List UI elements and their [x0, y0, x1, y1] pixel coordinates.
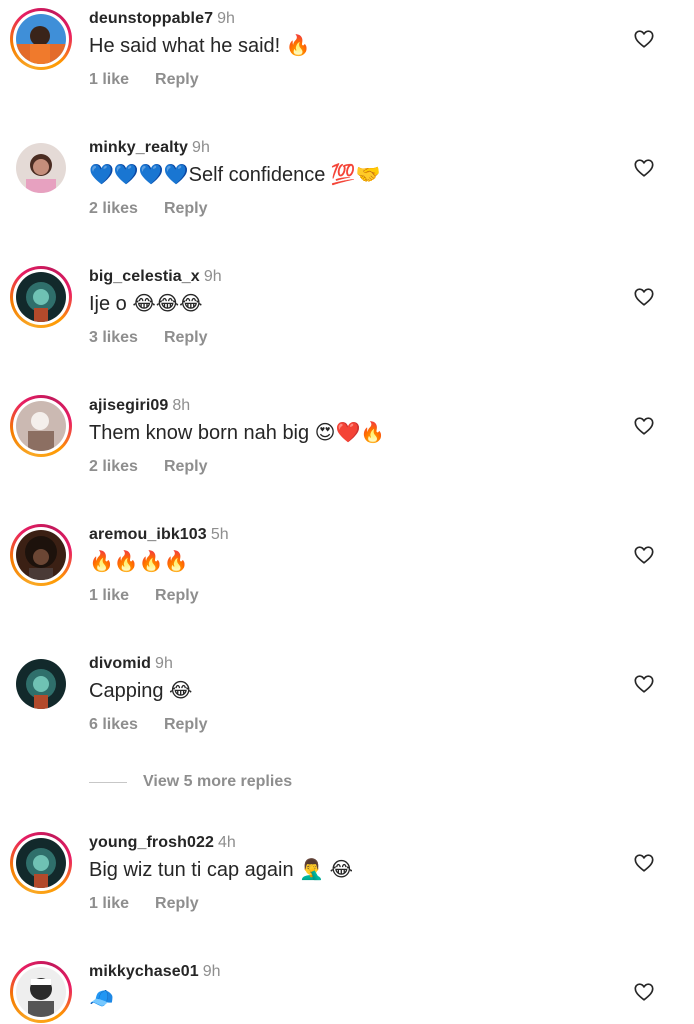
reply-button[interactable]: Reply — [155, 71, 199, 88]
username[interactable]: big_celestia_x — [89, 268, 200, 285]
likes-count[interactable]: 3 likes — [89, 329, 138, 346]
avatar — [16, 272, 66, 322]
timestamp: 9h — [203, 268, 222, 285]
comment-item: mikkychase01 9h 🧢 — [0, 953, 694, 1024]
avatar — [16, 838, 66, 888]
likes-count[interactable]: 2 likes — [89, 200, 138, 217]
comment-item: young_frosh022 4h Big wiz tun ti cap agai… — [0, 824, 694, 953]
likes-count[interactable]: 1 like — [89, 71, 129, 88]
likes-count[interactable]: 1 like — [89, 587, 129, 604]
heart-outline-icon[interactable] — [633, 544, 655, 566]
story-ring[interactable] — [10, 961, 72, 1023]
divider-line — [89, 781, 127, 783]
comment-item: ajisegiri09 8h Them know born nah big 😍❤️… — [0, 387, 694, 516]
avatar — [16, 967, 66, 1017]
heart-outline-icon[interactable] — [633, 981, 655, 1003]
username[interactable]: divomid — [89, 655, 151, 672]
story-ring[interactable] — [10, 8, 72, 70]
username[interactable]: ajisegiri09 — [89, 397, 168, 414]
avatar-container[interactable] — [10, 653, 72, 715]
avatar-container[interactable] — [10, 137, 72, 199]
username[interactable]: young_frosh022 — [89, 834, 214, 851]
timestamp: 8h — [172, 397, 191, 414]
story-ring[interactable] — [10, 524, 72, 586]
heart-outline-icon[interactable] — [633, 28, 655, 50]
comment-text: 🧢 — [89, 988, 114, 1010]
comment-text: He said what he said! 🔥 — [89, 35, 311, 57]
avatar — [16, 659, 66, 709]
timestamp: 9h — [155, 655, 173, 672]
comment-item: minky_realty 9h 💙💙💙💙Self confidence 💯🤝 2 … — [0, 129, 694, 258]
likes-count[interactable]: 1 like — [89, 895, 129, 912]
comment-item: aremou_ibk103 5h 🔥🔥🔥🔥 1 like Reply — [0, 516, 694, 645]
avatar — [16, 401, 66, 451]
comment-text: Big wiz tun ti cap again 🤦‍♂️ 😂 — [89, 859, 353, 881]
reply-button[interactable]: Reply — [164, 200, 208, 217]
view-more-replies-button[interactable]: View 5 more replies — [89, 773, 292, 793]
heart-outline-icon[interactable] — [633, 852, 655, 874]
heart-outline-icon[interactable] — [633, 157, 655, 179]
story-ring[interactable] — [10, 395, 72, 457]
comment-text: Ije o 😂😂😂 — [89, 293, 203, 315]
reply-button[interactable]: Reply — [155, 895, 199, 912]
comment-item: deunstoppable7 9h He said what he said! 🔥… — [0, 0, 694, 129]
comment-text: 🔥🔥🔥🔥 — [89, 551, 189, 573]
username[interactable]: minky_realty — [89, 139, 188, 156]
story-ring[interactable] — [10, 832, 72, 894]
avatar — [16, 14, 66, 64]
comment-text: Capping 😂 — [89, 680, 193, 702]
story-ring[interactable] — [10, 266, 72, 328]
reply-button[interactable]: Reply — [155, 587, 199, 604]
heart-outline-icon[interactable] — [633, 673, 655, 695]
likes-count[interactable]: 6 likes — [89, 716, 138, 733]
username[interactable]: mikkychase01 — [89, 963, 199, 980]
timestamp: 9h — [202, 963, 221, 980]
comment-item: divomid 9h Capping 😂 6 likes Reply — [0, 645, 694, 774]
timestamp: 9h — [217, 10, 235, 27]
timestamp: 5h — [210, 526, 229, 543]
reply-button[interactable]: Reply — [164, 716, 208, 733]
username[interactable]: aremou_ibk103 — [89, 526, 207, 543]
timestamp: 9h — [192, 139, 210, 156]
reply-button[interactable]: Reply — [164, 329, 208, 346]
avatar — [16, 530, 66, 580]
comment-text: Them know born nah big 😍❤️🔥 — [89, 422, 386, 444]
comment-item: big_celestia_x 9h Ije o 😂😂😂 3 likes Reply — [0, 258, 694, 387]
likes-count[interactable]: 2 likes — [89, 458, 138, 475]
heart-outline-icon[interactable] — [633, 415, 655, 437]
reply-button[interactable]: Reply — [164, 458, 208, 475]
comment-text: 💙💙💙💙Self confidence 💯🤝 — [89, 164, 381, 186]
heart-outline-icon[interactable] — [633, 286, 655, 308]
timestamp: 4h — [218, 834, 236, 851]
view-more-replies-label[interactable]: View 5 more replies — [143, 773, 292, 790]
username[interactable]: deunstoppable7 — [89, 10, 213, 27]
avatar — [16, 143, 66, 193]
